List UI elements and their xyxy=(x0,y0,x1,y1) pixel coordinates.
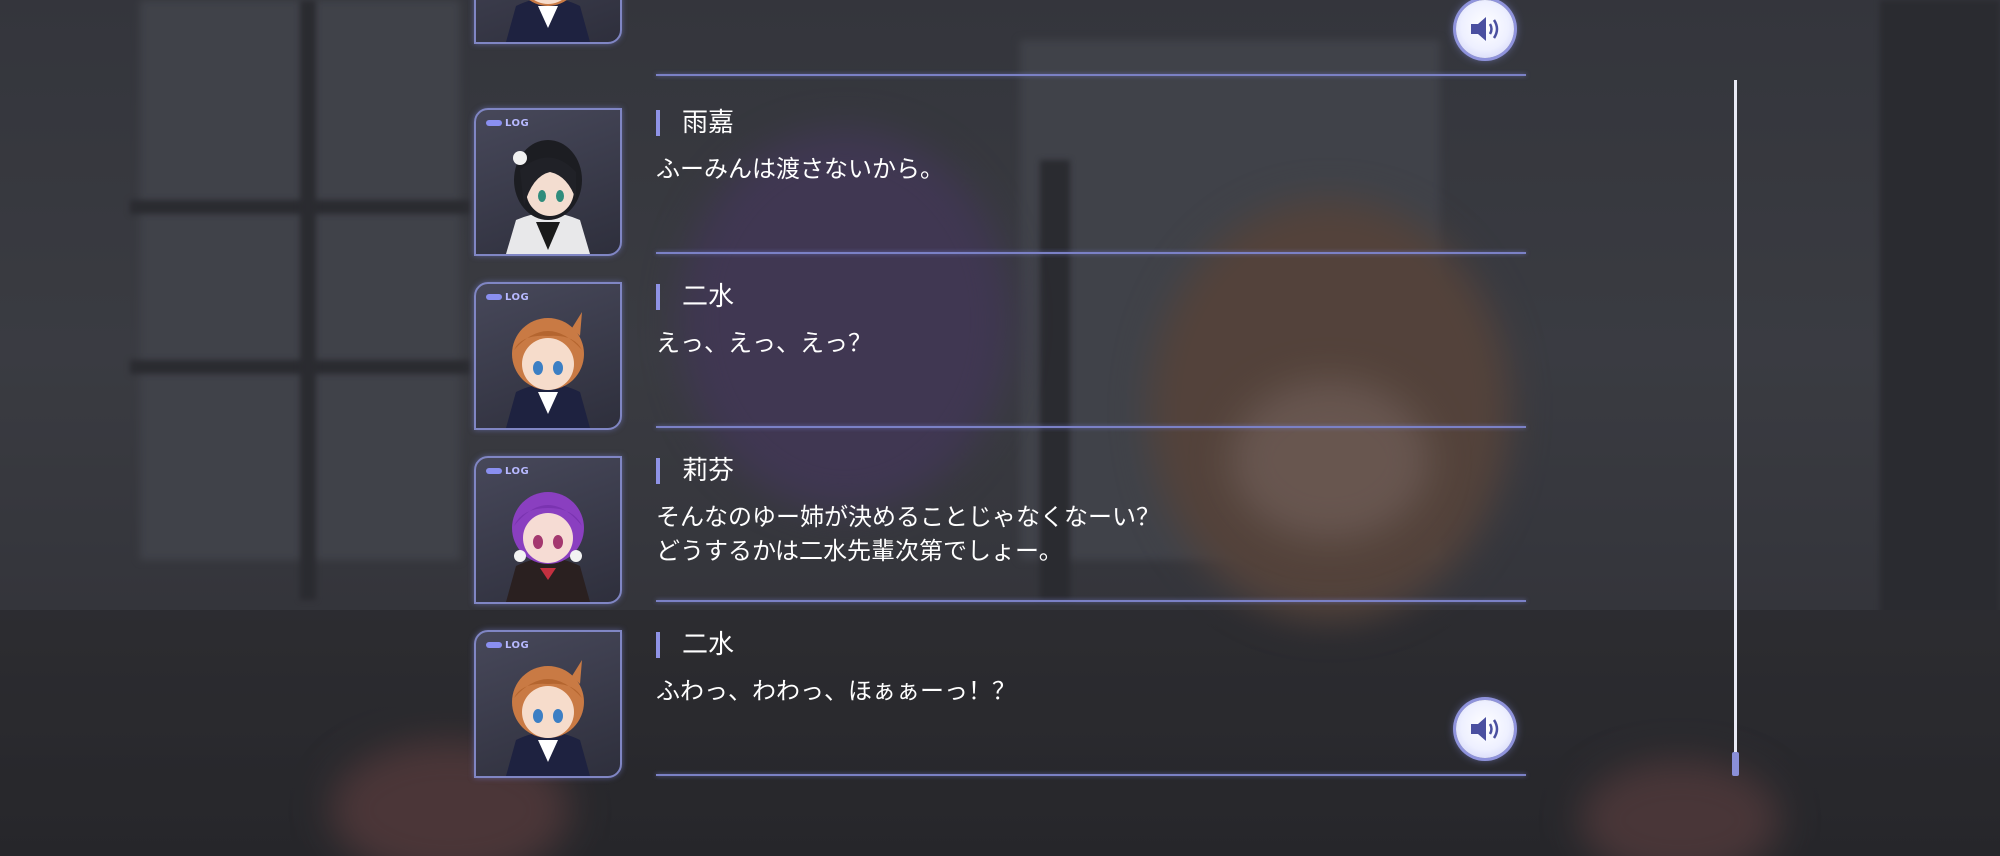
entry-divider xyxy=(656,600,1526,602)
scrollbar-track[interactable] xyxy=(1734,80,1737,776)
speaker-icon xyxy=(1471,717,1499,741)
voice-replay-button[interactable] xyxy=(1456,700,1514,758)
name-accent-bar xyxy=(656,110,660,136)
character-art xyxy=(506,492,590,602)
backlog-panel: LOG 雨嘉 ふーみんは渡さないから。 LOG 二水 えっ、えっ、えっ？ LOG… xyxy=(470,0,1530,820)
entry-divider xyxy=(656,74,1526,76)
name-accent-bar xyxy=(656,284,660,310)
dialogue-text: そんなのゆー姉が決めることじゃなくなーい？ どうするかは二水先輩次第でしょー。 xyxy=(656,503,1160,565)
voice-replay-button[interactable] xyxy=(1456,0,1514,58)
name-accent-bar xyxy=(656,632,660,658)
speaker-icon xyxy=(1471,17,1499,41)
scrollbar-thumb[interactable] xyxy=(1732,752,1739,776)
dialogue-text: えっ、えっ、えっ？ xyxy=(656,329,872,357)
log-entry[interactable]: LOG 雨嘉 ふーみんは渡さないから。 xyxy=(470,108,1530,282)
character-art xyxy=(506,140,590,254)
speaker-name: 二水 xyxy=(682,630,735,660)
log-entry[interactable]: LOG 二水 ふわっ、わわっ、ほぁぁーっ！？ xyxy=(470,630,1530,804)
portrait-nisui: LOG xyxy=(474,630,622,778)
log-entry[interactable]: LOG 莉芬 そんなのゆー姉が決めることじゃなくなーい？ どうするかは二水先輩次… xyxy=(470,456,1530,630)
log-entry[interactable] xyxy=(470,0,1530,76)
character-art xyxy=(506,0,590,42)
speaker-name: 二水 xyxy=(682,282,735,312)
portrait-uka: LOG xyxy=(474,108,622,256)
portrait-rifen: LOG xyxy=(474,456,622,604)
portrait-nisui xyxy=(474,0,622,44)
character-art xyxy=(506,312,590,428)
entry-divider xyxy=(656,426,1526,428)
dialogue-text: ふーみんは渡さないから。 xyxy=(656,155,944,183)
dialogue-text: ふわっ、わわっ、ほぁぁーっ！？ xyxy=(656,677,1016,705)
log-entry[interactable]: LOG 二水 えっ、えっ、えっ？ xyxy=(470,282,1530,456)
speaker-name: 雨嘉 xyxy=(682,108,735,138)
name-accent-bar xyxy=(656,458,660,484)
character-art xyxy=(506,660,590,776)
entry-divider xyxy=(656,252,1526,254)
portrait-nisui: LOG xyxy=(474,282,622,430)
entry-divider xyxy=(656,774,1526,776)
speaker-name: 莉芬 xyxy=(682,456,735,486)
